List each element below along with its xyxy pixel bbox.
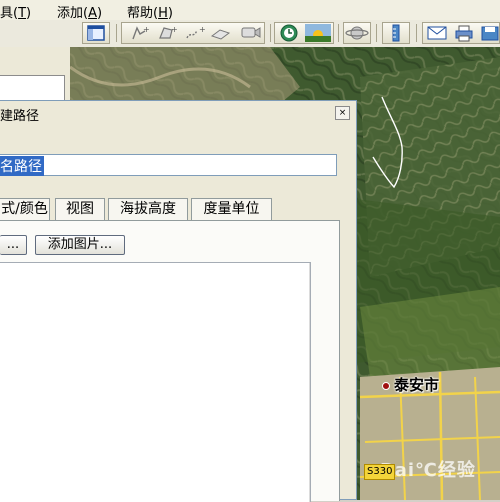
tab-panel: ... 添加图片... bbox=[0, 220, 340, 502]
historical-imagery-icon[interactable] bbox=[278, 24, 300, 42]
city-label[interactable]: 泰安市 bbox=[394, 374, 439, 395]
city-marker-icon[interactable] bbox=[382, 382, 390, 390]
toolbar-group-add: + + + bbox=[121, 22, 243, 44]
svg-text:+: + bbox=[199, 25, 206, 34]
path-name-field[interactable]: 名路径 bbox=[0, 154, 337, 176]
print-icon[interactable] bbox=[453, 24, 475, 42]
sidebar-toggle-icon bbox=[87, 25, 105, 41]
switch-planet-button[interactable] bbox=[343, 22, 371, 44]
tab-altitude[interactable]: 海拔高度 bbox=[108, 198, 188, 220]
dialog-title: 建路径 bbox=[0, 109, 40, 124]
toolbar-separator bbox=[270, 24, 271, 42]
menu-tools[interactable]: 具(T) bbox=[0, 2, 31, 21]
email-icon[interactable] bbox=[425, 24, 449, 42]
menu-add[interactable]: 添加(A) bbox=[57, 2, 102, 21]
path-name-value: 名路径 bbox=[0, 156, 44, 176]
ruler-button[interactable] bbox=[382, 22, 410, 44]
tab-measurements[interactable]: 度量单位 bbox=[191, 198, 272, 220]
close-button[interactable]: × bbox=[335, 106, 350, 120]
add-image-button[interactable]: 添加图片... bbox=[35, 235, 125, 255]
switch-planet-icon bbox=[345, 26, 369, 40]
sidebar-toggle-button[interactable] bbox=[82, 22, 110, 44]
new-path-dialog: 建路径 × 名路径 式/颜色 视图 海拔高度 度量单位 ... 添加图片... bbox=[0, 100, 357, 502]
menu-bar: 具(T) 添加(A) 帮助(H) bbox=[0, 0, 500, 21]
record-tour-button[interactable] bbox=[239, 22, 265, 44]
add-link-button[interactable]: ... bbox=[0, 235, 27, 255]
toolbar-separator bbox=[338, 24, 339, 42]
add-overlay-icon[interactable] bbox=[210, 25, 232, 41]
svg-text:+: + bbox=[143, 25, 150, 34]
menu-help[interactable]: 帮助(H) bbox=[127, 2, 173, 21]
ruler-icon bbox=[392, 24, 400, 42]
tab-view[interactable]: 视图 bbox=[55, 198, 105, 220]
toolbar-separator bbox=[416, 24, 417, 42]
save-image-icon[interactable] bbox=[479, 24, 500, 42]
sunlight-icon[interactable] bbox=[305, 24, 331, 42]
toolbar-group-share bbox=[422, 22, 500, 44]
add-polygon-icon[interactable]: + bbox=[156, 25, 178, 41]
close-icon: × bbox=[338, 108, 347, 118]
tab-style-color[interactable]: 式/颜色 bbox=[0, 198, 50, 220]
add-placemark-icon[interactable]: + bbox=[128, 25, 150, 41]
record-tour-icon bbox=[241, 27, 261, 38]
add-path-icon[interactable]: + bbox=[184, 25, 206, 41]
svg-text:+: + bbox=[171, 25, 178, 34]
description-textarea[interactable] bbox=[0, 262, 311, 502]
textarea-border bbox=[309, 263, 310, 502]
toolbar-separator bbox=[376, 24, 377, 42]
toolbar-group-view bbox=[274, 22, 334, 44]
toolbar: + + + bbox=[0, 20, 500, 48]
road-shield: S330 bbox=[364, 464, 396, 480]
toolbar-separator bbox=[116, 24, 117, 42]
